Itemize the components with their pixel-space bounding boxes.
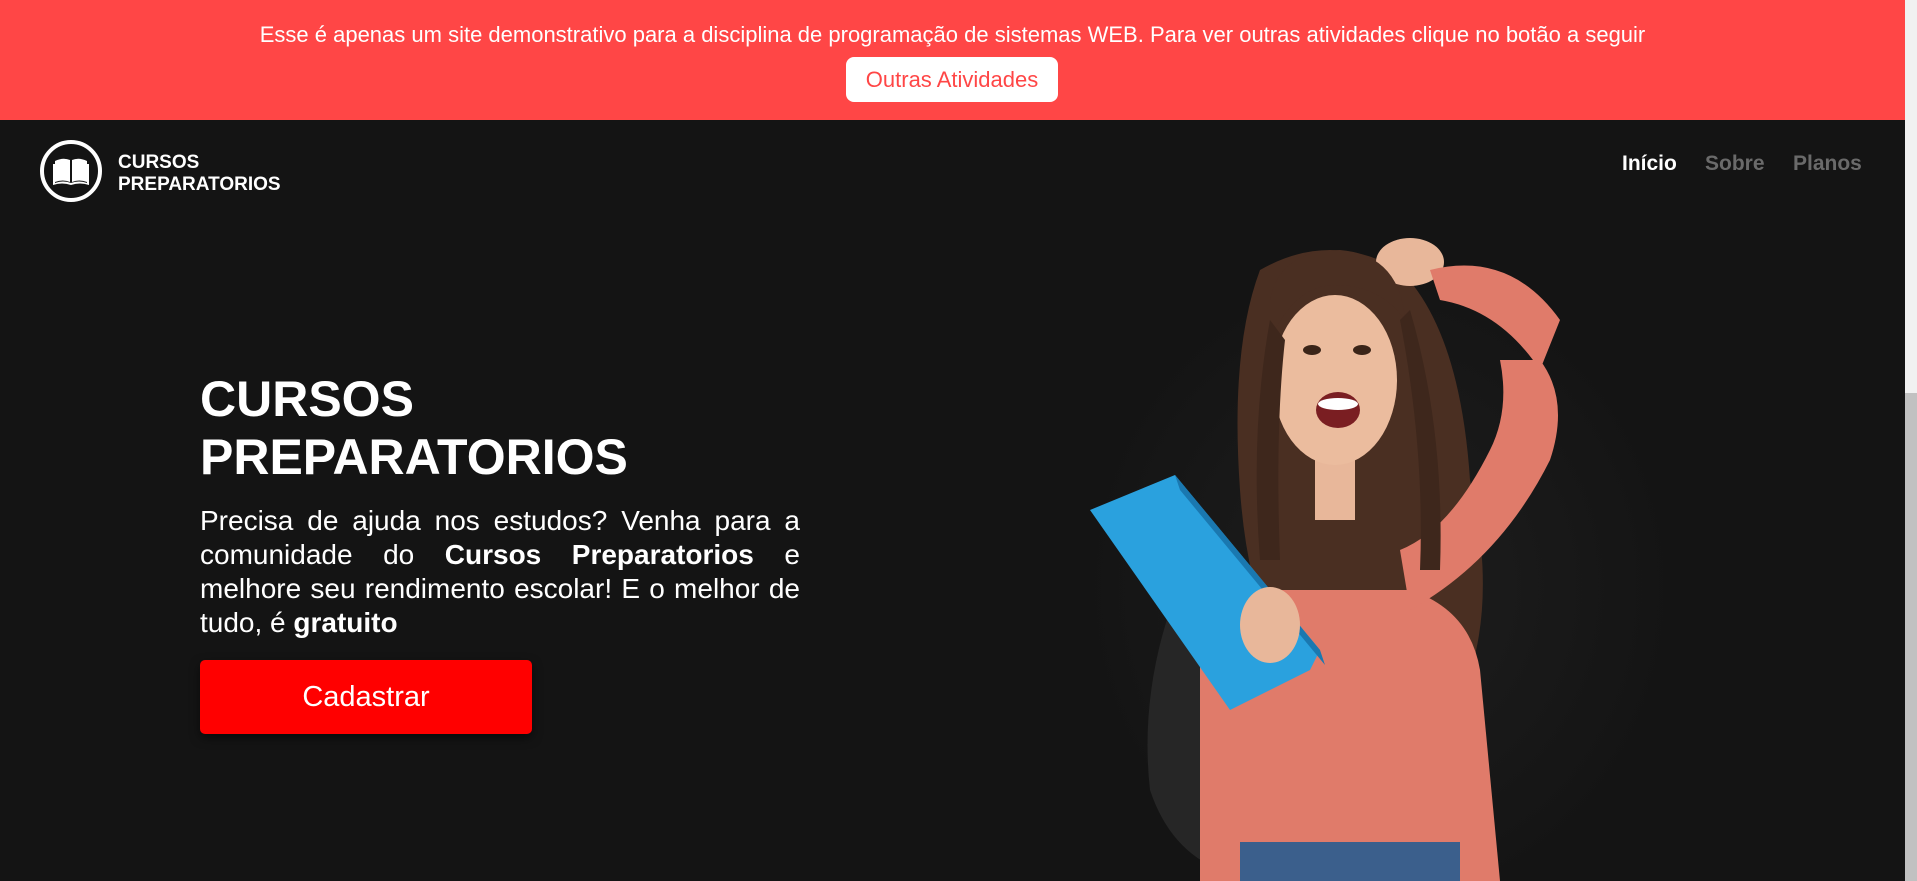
hero-description: Precisa de ajuda nos estudos? Venha para… — [200, 504, 800, 640]
banner-message: Esse é apenas um site demonstrativo para… — [259, 22, 1646, 47]
logo[interactable]: CURSOS PREPARATORIOS — [40, 130, 300, 202]
other-activities-button[interactable]: Outras Atividades — [846, 57, 1058, 102]
student-photo — [1080, 230, 1680, 881]
hero-desc-free: gratuito — [293, 607, 398, 638]
hero-title: CURSOS PREPARATORIOS — [200, 370, 628, 486]
hero-title-line-2: PREPARATORIOS — [200, 429, 628, 485]
nav-planos[interactable]: Planos — [1793, 152, 1862, 176]
hero-title-line-1: CURSOS — [200, 371, 414, 427]
open-book-icon — [40, 140, 102, 202]
scrollbar[interactable] — [1905, 0, 1917, 881]
page: Esse é apenas um site demonstrativo para… — [0, 0, 1905, 881]
register-button[interactable]: Cadastrar — [200, 660, 532, 734]
hero-desc-brand: Cursos Preparatorios — [444, 539, 754, 570]
nav-inicio[interactable]: Início — [1622, 152, 1677, 176]
logo-line-1: CURSOS — [118, 152, 200, 173]
demo-banner: Esse é apenas um site demonstrativo para… — [0, 0, 1905, 120]
logo-line-2: PREPARATORIOS — [118, 174, 281, 195]
logo-text: CURSOS PREPARATORIOS — [118, 152, 318, 196]
nav-sobre[interactable]: Sobre — [1705, 152, 1765, 176]
scrollbar-thumb[interactable] — [1905, 393, 1917, 881]
navbar: CURSOS PREPARATORIOS Início Sobre Planos — [0, 120, 1905, 210]
